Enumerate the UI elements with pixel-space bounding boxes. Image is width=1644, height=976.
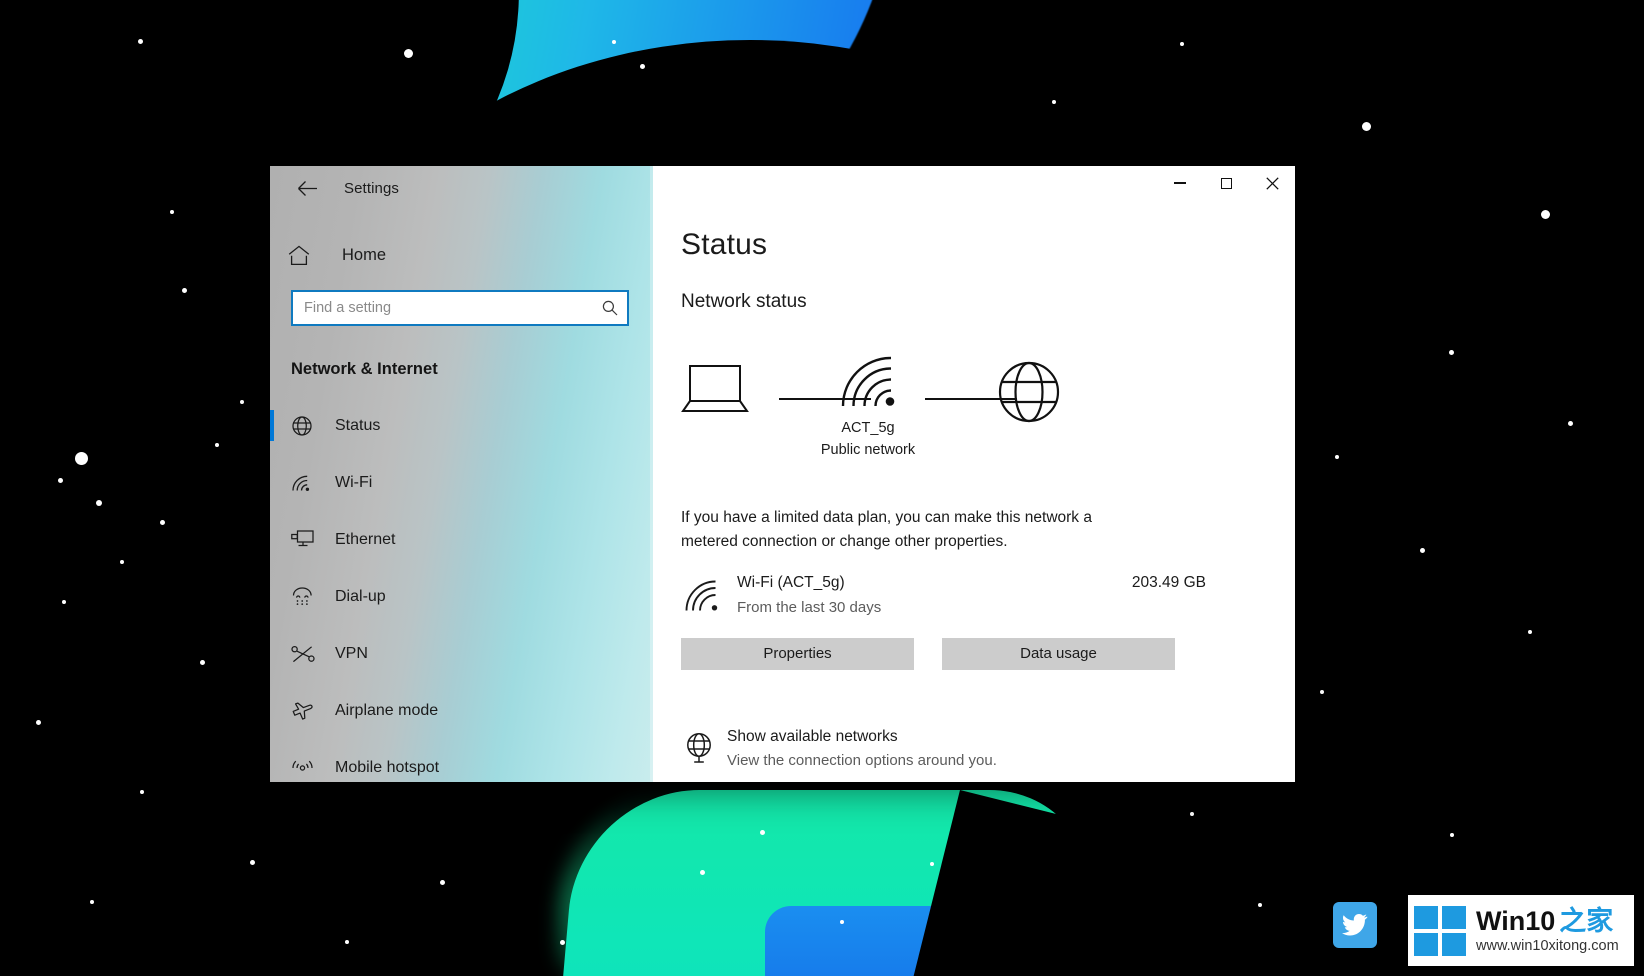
home-icon <box>288 245 332 266</box>
sidebar-item-label-wifi: Wi-Fi <box>335 473 373 491</box>
section-title-network-status: Network status <box>681 291 807 312</box>
close-icon[interactable] <box>1249 166 1295 200</box>
search-box[interactable] <box>291 290 629 326</box>
globe-status-icon <box>291 415 331 437</box>
sidebar-item-wifi[interactable]: Wi-Fi <box>270 454 653 511</box>
sidebar-item-vpn[interactable]: VPN <box>270 625 653 682</box>
dialup-icon <box>291 586 331 607</box>
sidebar-item-ethernet[interactable]: Ethernet <box>270 511 653 568</box>
network-diagram <box>681 356 1060 426</box>
network-type: Public network <box>820 442 916 458</box>
search-icon[interactable] <box>593 300 627 316</box>
sidebar-item-airplane-mode[interactable]: Airplane mode <box>270 682 653 739</box>
watermark-brand: Win10 <box>1476 906 1556 937</box>
watermark-text: Win10 之家 www.win10xitong.com <box>1476 906 1619 954</box>
watermark-url: www.win10xitong.com <box>1476 937 1619 954</box>
show-available-networks-subtitle: View the connection options around you. <box>727 752 997 769</box>
wifi-usage-name: Wi-Fi (ACT_5g) <box>737 574 845 591</box>
globe-network-icon <box>683 732 715 771</box>
network-name: ACT_5g <box>841 420 895 436</box>
sidebar-item-label-airplane-mode: Airplane mode <box>335 701 439 719</box>
metered-connection-description: If you have a limited data plan, you can… <box>681 509 1092 550</box>
watermark-brand-cn: 之家 <box>1559 906 1614 937</box>
sidebar-item-label-status: Status <box>335 416 381 434</box>
sidebar-item-label-dialup: Dial-up <box>335 587 386 605</box>
wifi-usage-period: From the last 30 days <box>737 599 882 616</box>
settings-main-pane: Status Network status ACT_5g Public netw… <box>653 166 1295 782</box>
sidebar-nav: Status Wi-Fi Ethernet Dial-up VPN Airpla… <box>270 397 653 782</box>
wifi-usage-row: Wi-Fi (ACT_5g) From the last 30 days 203… <box>681 574 1206 620</box>
settings-sidebar: Settings Home Network & Internet <box>270 166 653 782</box>
maximize-icon[interactable] <box>1203 166 1249 200</box>
laptop-icon <box>681 364 749 421</box>
airplane-icon <box>291 700 331 722</box>
data-usage-button[interactable]: Data usage <box>942 638 1175 670</box>
vpn-icon <box>291 645 331 663</box>
sidebar-item-status[interactable]: Status <box>270 397 653 454</box>
window-titlebar: Settings <box>270 166 653 210</box>
hotspot-icon <box>291 758 331 778</box>
show-available-networks-title: Show available networks <box>727 728 898 745</box>
wifi-icon <box>685 580 722 617</box>
sidebar-item-label-mobile-hotspot: Mobile hotspot <box>335 758 440 776</box>
windows-logo-icon <box>1414 905 1466 956</box>
page-title: Status <box>681 228 768 261</box>
sidebar-item-label-home: Home <box>342 245 387 264</box>
action-button-row: Properties Data usage <box>681 638 1175 670</box>
sidebar-item-mobile-hotspot[interactable]: Mobile hotspot <box>270 739 653 782</box>
properties-button[interactable]: Properties <box>681 638 914 670</box>
sidebar-item-label-vpn: VPN <box>335 644 368 662</box>
settings-window: Settings Home Network & Internet <box>270 166 1295 782</box>
taskbar-app-icon[interactable] <box>1333 902 1377 948</box>
globe-icon <box>997 360 1061 429</box>
sidebar-section-title: Network & Internet <box>291 360 438 378</box>
sidebar-item-dialup[interactable]: Dial-up <box>270 568 653 625</box>
ethernet-icon <box>291 529 331 550</box>
window-controls <box>1157 166 1295 200</box>
sidebar-item-home[interactable]: Home <box>270 234 653 276</box>
window-title: Settings <box>344 179 399 197</box>
search-input[interactable] <box>293 300 593 316</box>
wifi-usage-amount: 203.49 GB <box>1131 574 1206 591</box>
back-arrow-icon[interactable] <box>286 171 328 205</box>
wifi-icon <box>291 473 331 493</box>
sidebar-item-label-ethernet: Ethernet <box>335 530 396 548</box>
site-watermark: Win10 之家 www.win10xitong.com <box>1408 895 1634 966</box>
minimize-icon[interactable] <box>1157 166 1203 200</box>
wifi-icon <box>841 356 899 413</box>
